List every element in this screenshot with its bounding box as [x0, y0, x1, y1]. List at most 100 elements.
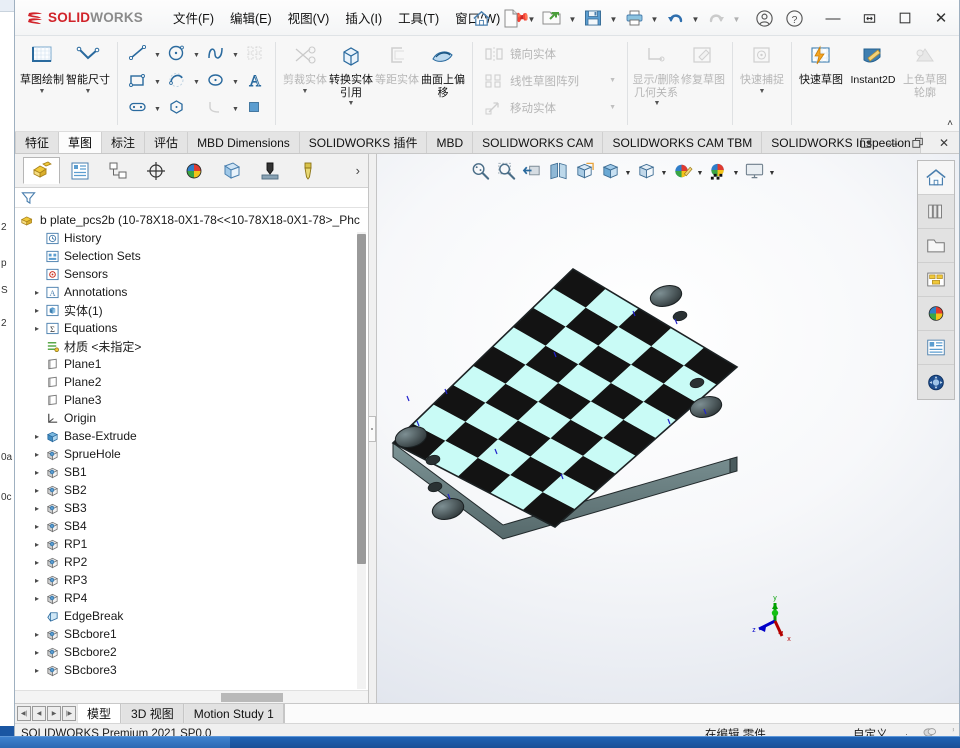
sketch-button[interactable]: 草图绘制 ▼	[19, 38, 65, 129]
expand-arrow-icon[interactable]: ▸	[31, 324, 43, 333]
circle-icon[interactable]	[163, 40, 191, 65]
edit-appearance-icon[interactable]	[669, 158, 695, 184]
menu-tools[interactable]: 工具(T)	[390, 4, 447, 31]
new-document-caret[interactable]: ▼	[526, 3, 537, 33]
save-caret[interactable]: ▼	[608, 3, 619, 33]
home-icon[interactable]	[466, 3, 496, 33]
print-icon[interactable]	[619, 3, 649, 33]
open-folder-caret[interactable]: ▼	[567, 3, 578, 33]
expand-arrow-icon[interactable]: ▸	[31, 630, 43, 639]
graphics-area[interactable]: ▼ ▼	[377, 154, 959, 703]
expand-arrow-icon[interactable]: ▸	[31, 306, 43, 315]
feature-tree-filter[interactable]	[15, 188, 368, 208]
ellipse-caret[interactable]: ▼	[230, 67, 241, 92]
expand-arrow-icon[interactable]: ▸	[31, 648, 43, 657]
display-style-icon[interactable]	[597, 158, 623, 184]
next-tab-button[interactable]: ▶	[47, 706, 61, 721]
tab-solidworks-cam[interactable]: SOLIDWORKS CAM	[473, 132, 603, 153]
smart-dimension-button[interactable]: 智能尺寸 ▼	[65, 38, 111, 129]
zoom-to-area-icon[interactable]	[493, 158, 519, 184]
slot-icon[interactable]	[124, 94, 152, 119]
restore-button[interactable]	[851, 0, 887, 36]
home-task-pane-icon[interactable]	[918, 161, 954, 195]
last-tab-button[interactable]: |▶	[62, 706, 76, 721]
bottom-tab-model[interactable]: 模型	[77, 704, 121, 723]
tab-evaluate[interactable]: 评估	[145, 132, 188, 153]
feature-manager-tab[interactable]	[23, 157, 60, 184]
tree-node[interactable]: ▸SprueHole	[15, 445, 368, 463]
open-folder-icon[interactable]	[537, 3, 567, 33]
previous-view-icon[interactable]	[519, 158, 545, 184]
hide-show-items-icon[interactable]	[633, 158, 659, 184]
design-library-icon[interactable]	[918, 195, 954, 229]
convert-entities-dropdown[interactable]: ▼	[348, 100, 355, 107]
tree-node[interactable]: ▸实体(1)	[15, 301, 368, 319]
repair-sketch-button[interactable]: 修复草图	[680, 38, 726, 129]
tree-node[interactable]: ▸SBcbore3	[15, 661, 368, 679]
quick-snaps-dropdown[interactable]: ▼	[759, 88, 766, 95]
minimize-button[interactable]: —	[815, 0, 851, 36]
panel-splitter[interactable]	[369, 154, 377, 703]
checkerboard-calibration-plate-model[interactable]	[385, 259, 825, 589]
splitter-knob[interactable]	[369, 416, 376, 442]
expand-arrow-icon[interactable]: ▸	[31, 558, 43, 567]
close-button[interactable]: ✕	[923, 0, 959, 36]
convert-entities-button[interactable]: 转换实体引用 ▼	[328, 38, 374, 129]
custom-properties-icon[interactable]	[918, 331, 954, 365]
configuration-manager-tab[interactable]	[99, 157, 136, 184]
tree-root-node[interactable]: b plate_pcs2b (10-78X18-0X1-78<<10-78X18…	[15, 211, 368, 229]
tree-horizontal-thumb[interactable]	[221, 693, 283, 702]
dimxpert-manager-tab[interactable]	[137, 157, 174, 184]
tab-features[interactable]: 特征	[15, 132, 59, 153]
previous-tab-button[interactable]: ◀	[32, 706, 46, 721]
property-manager-tab[interactable]	[61, 157, 98, 184]
trim-entities-button[interactable]: 剪裁实体 ▼	[282, 38, 328, 129]
shaded-sketch-contours-button[interactable]: 上色草图轮廓	[902, 38, 948, 129]
linear-sketch-pattern-caret[interactable]: ▼	[609, 77, 621, 84]
user-account-icon[interactable]	[749, 3, 779, 33]
tree-node[interactable]: 材质 <未指定>	[15, 337, 368, 355]
display-delete-relations-dropdown[interactable]: ▼	[654, 100, 661, 107]
expand-arrow-icon[interactable]: ▸	[31, 288, 43, 297]
tree-node[interactable]: ▸AAnnotations	[15, 283, 368, 301]
doc-maximize-button[interactable]	[905, 133, 931, 153]
tree-node[interactable]: ▸SB3	[15, 499, 368, 517]
arc-icon[interactable]	[163, 67, 191, 92]
new-document-icon[interactable]	[496, 3, 526, 33]
expand-arrow-icon[interactable]: ▸	[31, 504, 43, 513]
spline-icon[interactable]	[202, 40, 230, 65]
tab-solidworks-addins[interactable]: SOLIDWORKS 插件	[300, 132, 428, 153]
expand-arrow-icon[interactable]: ▸	[31, 432, 43, 441]
tab-mbd-dimensions[interactable]: MBD Dimensions	[188, 132, 300, 153]
tree-node[interactable]: ▸Base-Extrude	[15, 427, 368, 445]
tab-markup[interactable]: 标注	[102, 132, 145, 153]
circle-caret[interactable]: ▼	[191, 40, 202, 65]
tree-node[interactable]: ▸ΣEquations	[15, 319, 368, 337]
menu-edit[interactable]: 编辑(E)	[222, 4, 280, 31]
tree-node[interactable]: ▸RP2	[15, 553, 368, 571]
smart-dimension-dropdown[interactable]: ▼	[85, 88, 92, 95]
trim-entities-dropdown[interactable]: ▼	[302, 88, 309, 95]
view-orientation-icon[interactable]	[571, 158, 597, 184]
doc-minimize-button[interactable]: —	[879, 133, 905, 153]
tree-node[interactable]: ▸SB4	[15, 517, 368, 535]
move-entities-caret[interactable]: ▼	[609, 104, 621, 111]
section-view-icon[interactable]	[545, 158, 571, 184]
tab-solidworks-cam-tbm[interactable]: SOLIDWORKS CAM TBM	[603, 132, 762, 153]
tab-sketch[interactable]: 草图	[59, 132, 102, 153]
tree-vertical-scrollbar[interactable]	[357, 232, 366, 689]
tree-node[interactable]: ▸SBcbore2	[15, 643, 368, 661]
redo-caret[interactable]: ▼	[731, 3, 742, 33]
3dexperience-marketplace-icon[interactable]	[918, 365, 954, 399]
expand-arrow-icon[interactable]: ▸	[31, 576, 43, 585]
doc-close-button[interactable]: ✕	[931, 133, 957, 153]
offset-on-surface-button[interactable]: 曲面上偏移	[420, 38, 466, 129]
more-tabs-chevron-icon[interactable]: ›	[356, 163, 360, 178]
quick-snaps-button[interactable]: 快速捕捉 ▼	[739, 38, 785, 129]
tree-node[interactable]: ▸RP1	[15, 535, 368, 553]
expand-arrow-icon[interactable]: ▸	[31, 450, 43, 459]
save-icon[interactable]	[578, 3, 608, 33]
tree-node[interactable]: EdgeBreak	[15, 607, 368, 625]
help-icon[interactable]: ?	[779, 3, 809, 33]
expand-arrow-icon[interactable]: ▸	[31, 540, 43, 549]
